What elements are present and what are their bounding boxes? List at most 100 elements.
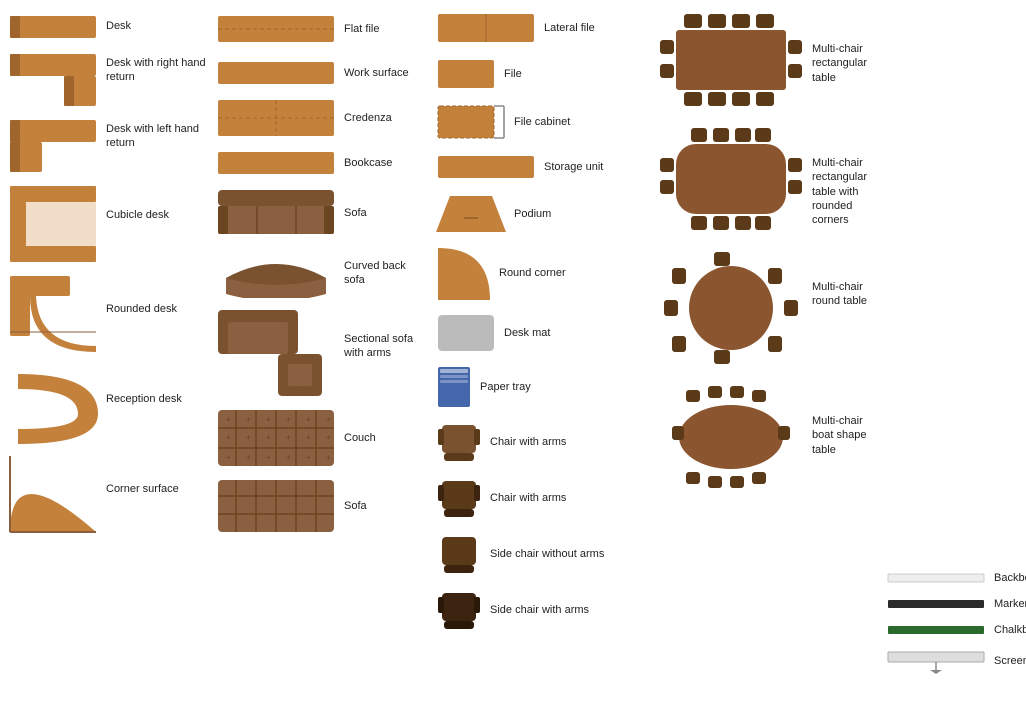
label-file: File xyxy=(504,67,574,81)
shape-curved-sofa xyxy=(216,248,336,298)
label-chair-arms1: Chair with arms xyxy=(490,435,566,449)
item-curved-sofa: Curved back sofa xyxy=(216,248,428,298)
shape-chalkboard xyxy=(886,622,986,638)
col4: Multi-chair rectangular table xyxy=(648,10,878,684)
svg-text:+: + xyxy=(326,453,331,462)
label-paper-tray: Paper tray xyxy=(480,380,550,394)
shape-desk-right xyxy=(8,52,98,108)
item-chair-arms1: Chair with arms xyxy=(436,419,648,465)
shape-sectional xyxy=(216,308,336,398)
shape-marker-board xyxy=(886,596,986,612)
label-desk-right: Desk with right hand return xyxy=(106,56,208,85)
item-marker-board: Marker board xyxy=(886,596,1026,612)
shape-sofa xyxy=(216,188,336,238)
svg-text:+: + xyxy=(326,415,331,424)
label-corner: Corner surface xyxy=(106,482,179,496)
shape-credenza xyxy=(216,98,336,138)
shape-boat-table xyxy=(656,382,806,492)
shape-rect-table xyxy=(656,10,806,110)
label-marker-board: Marker board xyxy=(994,597,1026,611)
svg-text:+: + xyxy=(246,415,251,424)
item-sofa: Sofa xyxy=(216,188,428,238)
shape-rounded-rect-table xyxy=(656,124,806,234)
shape-rounded xyxy=(8,274,98,354)
item-rounded: Rounded desk xyxy=(8,274,208,354)
svg-text:+: + xyxy=(286,433,291,442)
svg-text:+: + xyxy=(226,453,231,462)
shape-backboard xyxy=(886,570,986,586)
label-flat-file: Flat file xyxy=(344,22,414,36)
item-work-surface: Work surface xyxy=(216,58,428,88)
shape-corner xyxy=(8,454,98,534)
shape-desk-left xyxy=(8,118,98,174)
shape-chair-arms1 xyxy=(436,419,482,465)
shape-chair-arms2 xyxy=(436,475,482,521)
item-flat-file: Flat file xyxy=(216,10,428,48)
item-lateral-file: Lateral file xyxy=(436,10,648,46)
label-sofa: Sofa xyxy=(344,206,414,220)
shape-round-table xyxy=(656,248,806,368)
item-side-no-arms: Side chair without arms xyxy=(436,531,648,577)
shape-screen xyxy=(886,648,986,674)
item-screen: Screen xyxy=(886,648,1026,674)
svg-text:+: + xyxy=(286,415,291,424)
item-file-cabinet: File cabinet xyxy=(436,102,648,142)
label-sectional: Sectional sofa with arms xyxy=(344,332,428,361)
label-curved-sofa: Curved back sofa xyxy=(344,259,428,288)
label-cubicle: Cubicle desk xyxy=(106,208,176,222)
shape-podium xyxy=(436,192,506,236)
label-bookcase: Bookcase xyxy=(344,156,414,170)
svg-text:+: + xyxy=(246,433,251,442)
label-lateral-file: Lateral file xyxy=(544,21,614,35)
item-cubicle: Cubicle desk xyxy=(8,184,208,264)
item-desk-mat: Desk mat xyxy=(436,311,648,355)
svg-text:+: + xyxy=(286,453,291,462)
item-desk-right: Desk with right hand return xyxy=(8,52,208,108)
shape-lateral-file xyxy=(436,10,536,46)
shape-reception xyxy=(8,364,98,444)
svg-text:+: + xyxy=(306,433,311,442)
shape-storage xyxy=(436,152,536,182)
label-rect-table: Multi-chair rectangular table xyxy=(812,42,882,85)
item-paper-tray: Paper tray xyxy=(436,365,648,409)
svg-text:+: + xyxy=(306,453,311,462)
item-couch: + + + + + + + + + + + + + + + + + xyxy=(216,408,428,468)
item-rounded-rect-table: Multi-chair rectangular table with round… xyxy=(656,124,878,234)
label-boat-table: Multi-chair boat shape table xyxy=(812,414,882,457)
label-desk-left: Desk with left hand return xyxy=(106,122,208,151)
label-chair-arms2: Chair with arms xyxy=(490,491,566,505)
shape-sofa2 xyxy=(216,478,336,534)
item-sofa2: Sofa xyxy=(216,478,428,534)
label-round-table: Multi-chair round table xyxy=(812,280,882,309)
svg-text:+: + xyxy=(266,433,271,442)
label-side-no-arms: Side chair without arms xyxy=(490,547,604,561)
item-file: File xyxy=(436,56,648,92)
label-couch: Couch xyxy=(344,431,414,445)
item-reception: Reception desk xyxy=(8,364,208,444)
label-sofa2: Sofa xyxy=(344,499,414,513)
item-storage: Storage unit xyxy=(436,152,648,182)
item-rect-table: Multi-chair rectangular table xyxy=(656,10,878,110)
svg-text:+: + xyxy=(266,453,271,462)
label-work-surface: Work surface xyxy=(344,66,414,80)
shape-file-cabinet xyxy=(436,102,506,142)
label-backboard: Backboard xyxy=(994,571,1026,585)
shape-desk-mat xyxy=(436,311,496,355)
shape-couch: + + + + + + + + + + + + + + + + + xyxy=(216,408,336,468)
shape-bookcase xyxy=(216,148,336,178)
item-desk: Desk xyxy=(8,10,208,42)
svg-text:+: + xyxy=(226,415,231,424)
col1: Desk Desk with right hand return xyxy=(8,10,208,684)
item-backboard: Backboard xyxy=(886,570,1026,586)
label-podium: Podium xyxy=(514,207,584,221)
svg-text:+: + xyxy=(246,453,251,462)
label-screen: Screen xyxy=(994,654,1026,668)
label-side-with-arms: Side chair with arms xyxy=(490,603,589,617)
label-rounded: Rounded desk xyxy=(106,302,177,316)
page: Desk Desk with right hand return xyxy=(0,0,1026,694)
shape-paper-tray xyxy=(436,365,472,409)
item-credenza: Credenza xyxy=(216,98,428,138)
item-side-with-arms: Side chair with arms xyxy=(436,587,648,633)
shape-cubicle xyxy=(8,184,98,264)
label-chalkboard: Chalkboard xyxy=(994,623,1026,637)
